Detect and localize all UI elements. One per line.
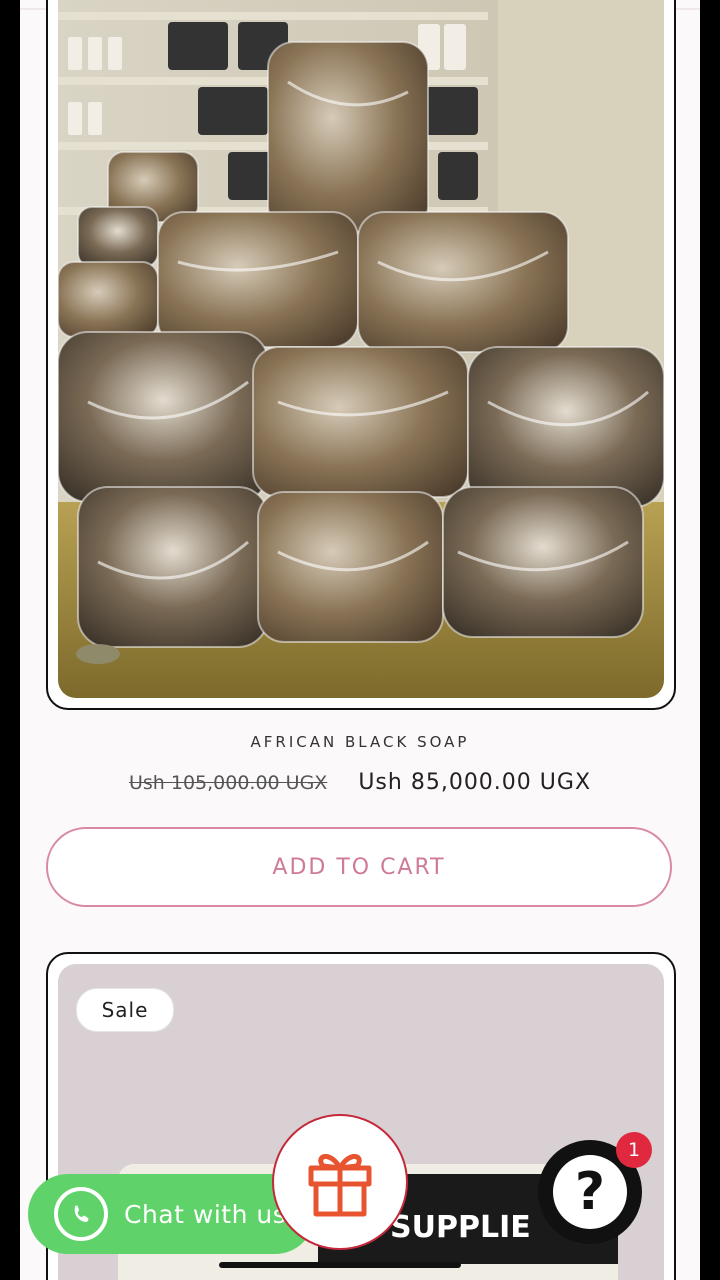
gift-icon (305, 1142, 375, 1222)
product-card-african-black-soap[interactable] (46, 0, 676, 710)
chat-label: Chat with us (124, 1199, 287, 1229)
question-icon: ? (553, 1155, 627, 1229)
add-to-cart-button[interactable]: ADD TO CART (46, 827, 672, 907)
home-indicator[interactable] (219, 1262, 461, 1268)
price-original: Ush 105,000.00 UGX (128, 772, 328, 794)
product-list-page: AFRICAN BLACK SOAP Ush 105,000.00 UGX Us… (20, 0, 700, 1280)
whatsapp-icon (54, 1187, 108, 1241)
product-image-african-black-soap[interactable] (58, 0, 664, 698)
price-sale: Ush 85,000.00 UGX (358, 770, 592, 795)
price-row: Ush 105,000.00 UGX Ush 85,000.00 UGX (20, 770, 700, 795)
product-title[interactable]: AFRICAN BLACK SOAP (20, 733, 700, 751)
notification-badge: 1 (616, 1132, 652, 1168)
sale-badge: Sale (76, 988, 174, 1032)
gift-button[interactable] (272, 1114, 408, 1250)
